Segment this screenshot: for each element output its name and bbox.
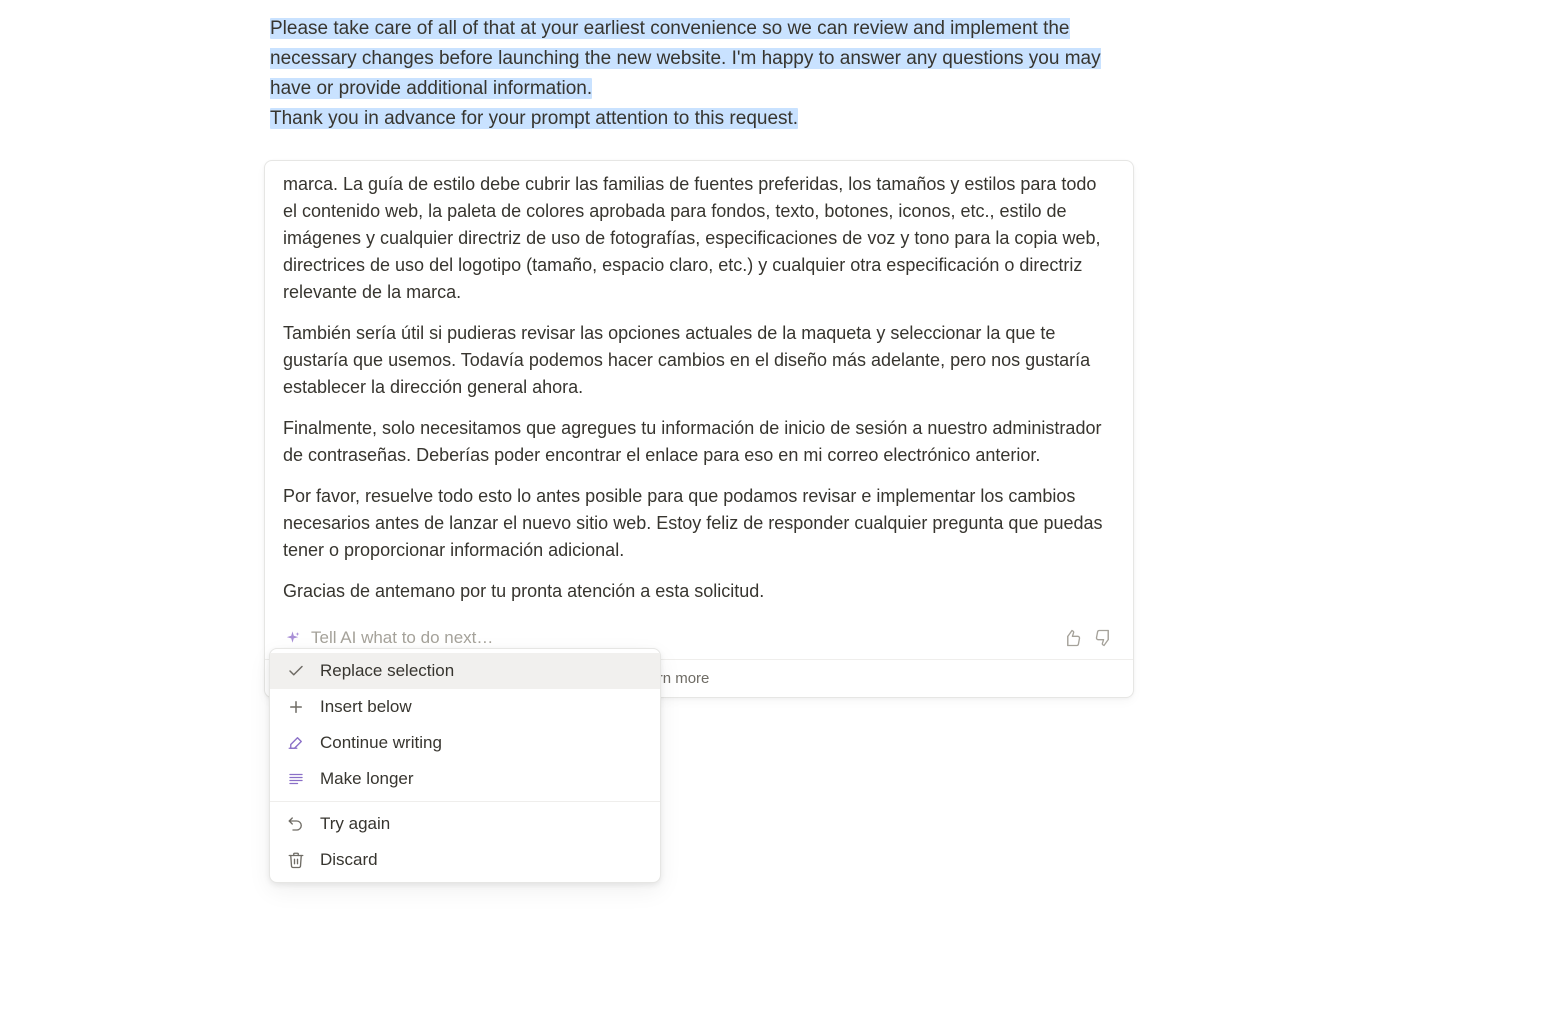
feedback-buttons (1061, 627, 1115, 649)
ai-response-paragraph: Por favor, resuelve todo esto lo antes p… (283, 483, 1115, 564)
original-selected-text: Please take care of all of that at your … (270, 14, 1130, 134)
menu-separator (270, 801, 660, 802)
menu-discard[interactable]: Discard (270, 842, 660, 878)
menu-make-longer[interactable]: Make longer (270, 761, 660, 797)
check-icon (286, 661, 306, 681)
trash-icon (286, 850, 306, 870)
ai-followup-input[interactable] (311, 628, 1051, 648)
ai-actions-menu: Replace selection Insert below Continue … (269, 648, 661, 883)
menu-insert-below[interactable]: Insert below (270, 689, 660, 725)
menu-item-label: Make longer (320, 769, 414, 789)
menu-item-label: Continue writing (320, 733, 442, 753)
ai-response-paragraph: Finalmente, solo necesitamos que agregue… (283, 415, 1115, 469)
thumbs-up-button[interactable] (1061, 627, 1083, 649)
ai-response-paragraph: Gracias de antemano por tu pronta atenci… (283, 578, 1115, 605)
ai-response-panel: marca. La guía de estilo debe cubrir las… (264, 160, 1134, 698)
menu-try-again[interactable]: Try again (270, 806, 660, 842)
menu-continue-writing[interactable]: Continue writing (270, 725, 660, 761)
lines-icon (286, 769, 306, 789)
ai-response-paragraph: marca. La guía de estilo debe cubrir las… (283, 171, 1115, 306)
ai-response-body: marca. La guía de estilo debe cubrir las… (265, 161, 1133, 621)
menu-item-label: Replace selection (320, 661, 454, 681)
menu-item-label: Discard (320, 850, 378, 870)
menu-replace-selection[interactable]: Replace selection (270, 653, 660, 689)
sparkle-icon (283, 629, 301, 647)
menu-item-label: Insert below (320, 697, 412, 717)
selected-paragraph-2: Thank you in advance for your prompt att… (270, 108, 798, 129)
pencil-line-icon (286, 733, 306, 753)
thumbs-down-button[interactable] (1093, 627, 1115, 649)
undo-icon (286, 814, 306, 834)
menu-item-label: Try again (320, 814, 390, 834)
plus-icon (286, 697, 306, 717)
ai-response-paragraph: También sería útil si pudieras revisar l… (283, 320, 1115, 401)
selected-paragraph-1: Please take care of all of that at your … (270, 18, 1101, 99)
